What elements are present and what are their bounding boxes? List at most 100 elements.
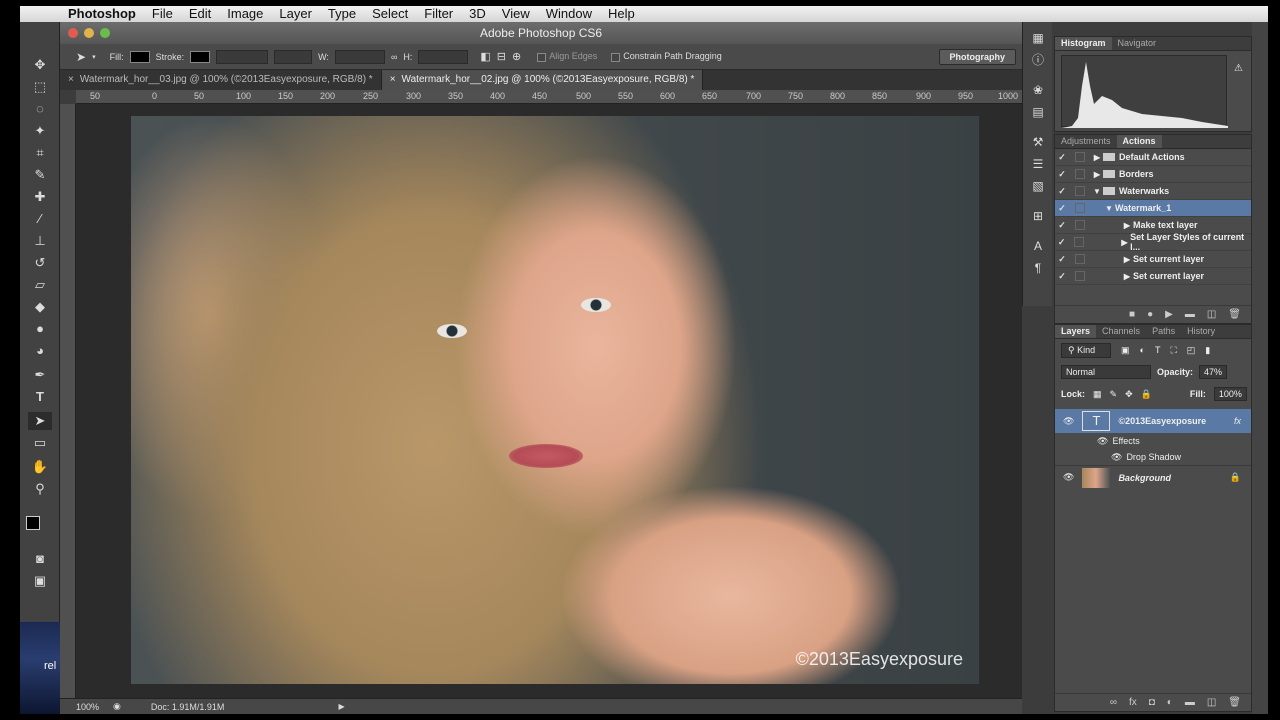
visibility-eye-icon[interactable]: 👁 xyxy=(1063,416,1074,427)
expand-arrow-icon[interactable]: ▶ xyxy=(1121,272,1133,281)
lock-position-icon[interactable]: ✥ xyxy=(1125,389,1133,400)
check-icon[interactable]: ✓ xyxy=(1055,271,1069,282)
check-icon[interactable]: ✓ xyxy=(1055,254,1069,265)
dialog-toggle[interactable] xyxy=(1074,237,1085,247)
expand-arrow-icon[interactable]: ▶ xyxy=(1121,255,1133,264)
check-icon[interactable]: ✓ xyxy=(1055,220,1069,231)
filter-toggle-icon[interactable]: ▮ xyxy=(1205,345,1210,356)
tab-histogram[interactable]: Histogram xyxy=(1055,37,1112,50)
check-icon[interactable]: ✓ xyxy=(1055,237,1068,248)
kind-filter-dropdown[interactable]: ⚲ Kind xyxy=(1061,342,1111,358)
tab-adjustments[interactable]: Adjustments xyxy=(1055,135,1117,148)
fill-field[interactable]: 100% xyxy=(1213,387,1247,401)
visibility-eye-icon[interactable]: 👁 xyxy=(1097,436,1108,447)
tab-navigator[interactable]: Navigator xyxy=(1112,37,1163,50)
drop-shadow-row[interactable]: 👁 Drop Shadow xyxy=(1055,449,1251,465)
layer-row-background[interactable]: 👁 Background 🔒 xyxy=(1055,465,1251,489)
eraser-tool-icon[interactable]: ▱ xyxy=(28,276,52,294)
brush-tool-icon[interactable]: ⁄ xyxy=(28,210,52,228)
measurement-icon[interactable]: ⊞ xyxy=(1030,208,1046,224)
menu-file[interactable]: File xyxy=(144,6,181,22)
stamp-tool-icon[interactable]: ⊥ xyxy=(28,232,52,250)
type-filter-icon[interactable]: T xyxy=(1155,345,1161,355)
lock-transparent-icon[interactable]: ▦ xyxy=(1093,389,1102,400)
effects-row[interactable]: 👁 Effects xyxy=(1055,433,1251,449)
canvas-area[interactable]: ©2013Easyexposure xyxy=(76,104,1022,698)
magic-wand-icon[interactable]: ✦ xyxy=(28,122,52,140)
new-layer-icon[interactable]: ◫ xyxy=(1207,697,1216,708)
tab-layers[interactable]: Layers xyxy=(1055,325,1097,338)
action-watermark-1[interactable]: ✓ ▼ Watermark_1 xyxy=(1055,200,1251,217)
fill-swatch[interactable] xyxy=(129,50,150,63)
path-operations-icon[interactable]: ◧ xyxy=(480,50,490,63)
action-set-waterwarks[interactable]: ✓ ▼ Waterwarks xyxy=(1055,183,1251,200)
blend-mode-dropdown[interactable]: Normal xyxy=(1061,365,1151,379)
link-layers-icon[interactable]: ∞ xyxy=(1110,697,1117,708)
align-edges-option[interactable]: Align Edges xyxy=(537,51,597,62)
menu-help[interactable]: Help xyxy=(600,6,643,22)
layer-row-text[interactable]: 👁 T ©2013Easyexposure fx xyxy=(1055,409,1251,433)
play-icon[interactable]: ▶ xyxy=(1165,309,1173,320)
height-field[interactable] xyxy=(418,49,469,64)
foreground-color-swatch[interactable] xyxy=(26,516,40,530)
lock-image-icon[interactable]: ✎ xyxy=(1110,389,1118,400)
dialog-toggle[interactable] xyxy=(1075,152,1085,162)
menu-edit[interactable]: Edit xyxy=(181,6,219,22)
stroke-width-field[interactable] xyxy=(216,49,269,64)
lock-all-icon[interactable]: 🔒 xyxy=(1141,389,1152,400)
move-tool-icon[interactable]: ✥ xyxy=(28,56,52,74)
smart-object-filter-icon[interactable]: ◰ xyxy=(1187,345,1196,356)
fx-icon[interactable]: fx xyxy=(1234,416,1241,426)
clone-source-icon[interactable]: ▤ xyxy=(1030,104,1046,120)
close-tab-icon[interactable]: × xyxy=(68,74,74,85)
path-selection-icon[interactable]: ➤ xyxy=(28,412,52,430)
expand-arrow-icon[interactable]: ▶ xyxy=(1121,221,1133,230)
stroke-swatch[interactable] xyxy=(190,50,211,63)
character-panel-icon[interactable]: A xyxy=(1030,238,1046,254)
menu-view[interactable]: View xyxy=(494,6,538,22)
add-mask-icon[interactable]: ◘ xyxy=(1149,697,1155,708)
delete-icon[interactable]: 🗑 xyxy=(1228,309,1241,320)
status-icon[interactable]: ◉ xyxy=(113,701,121,712)
dialog-toggle[interactable] xyxy=(1075,271,1085,281)
align-edges-checkbox[interactable] xyxy=(537,52,547,62)
link-icon[interactable]: ∞ xyxy=(391,52,397,62)
menu-photoshop[interactable]: Photoshop xyxy=(60,6,144,22)
menu-filter[interactable]: Filter xyxy=(416,6,461,22)
new-group-icon[interactable]: ▬ xyxy=(1185,697,1195,708)
check-icon[interactable]: ✓ xyxy=(1055,152,1069,163)
zoom-level[interactable]: 100% xyxy=(76,702,99,712)
info-panel-icon[interactable]: ▦ xyxy=(1030,30,1046,46)
action-step[interactable]: ✓ ▶ Set current layer xyxy=(1055,251,1251,268)
tool-preset-dropdown-icon[interactable]: ▾ xyxy=(92,53,96,61)
crop-tool-icon[interactable]: ⌗ xyxy=(28,144,52,162)
healing-brush-icon[interactable]: ✚ xyxy=(28,188,52,206)
action-step[interactable]: ✓ ▶ Set Layer Styles of current l... xyxy=(1055,232,1251,252)
dialog-toggle[interactable] xyxy=(1075,254,1085,264)
expand-arrow-icon[interactable]: ▶ xyxy=(1091,153,1103,162)
check-icon[interactable]: ✓ xyxy=(1055,169,1069,180)
zoom-window-button[interactable] xyxy=(100,28,110,38)
collapse-arrow-icon[interactable]: ▼ xyxy=(1091,187,1103,196)
tab-channels[interactable]: Channels xyxy=(1096,325,1146,338)
width-field[interactable] xyxy=(334,49,385,64)
properties-panel-icon[interactable]: ⓘ xyxy=(1030,52,1046,68)
expand-arrow-icon[interactable]: ▶ xyxy=(1119,238,1130,247)
adjust-panel-icon[interactable]: ☰ xyxy=(1030,156,1046,172)
warning-icon[interactable]: ⚠ xyxy=(1234,63,1243,74)
constrain-option[interactable]: Constrain Path Dragging xyxy=(611,51,722,62)
brush-panel-icon[interactable]: ❀ xyxy=(1030,82,1046,98)
expand-arrow-icon[interactable]: ▶ xyxy=(1091,170,1103,179)
pixel-filter-icon[interactable]: ▣ xyxy=(1121,345,1130,356)
collapse-arrow-icon[interactable]: ▼ xyxy=(1103,204,1115,213)
close-tab-icon[interactable]: × xyxy=(390,74,396,85)
document-tab-active[interactable]: × Watermark_hor__02.jpg @ 100% (©2013Easy… xyxy=(381,70,704,90)
delete-layer-icon[interactable]: 🗑 xyxy=(1228,697,1241,708)
layer-name[interactable]: ©2013Easyexposure xyxy=(1118,416,1206,426)
new-action-icon[interactable]: ◫ xyxy=(1207,309,1216,320)
record-icon[interactable]: ● xyxy=(1147,309,1153,320)
constrain-checkbox[interactable] xyxy=(611,52,621,62)
tool-presets-icon[interactable]: ⚒ xyxy=(1030,134,1046,150)
check-icon[interactable]: ✓ xyxy=(1055,203,1069,214)
type-tool-icon[interactable]: T xyxy=(28,388,52,406)
